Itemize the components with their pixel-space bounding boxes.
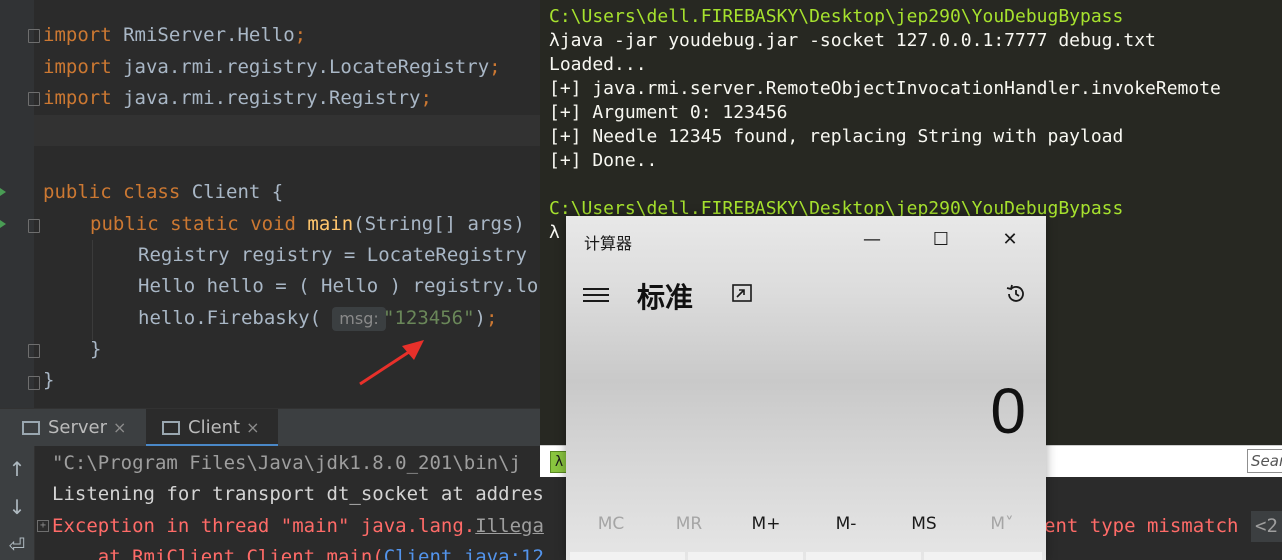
console-line-listening: Listening for transport dt_socket at add… [52,483,544,505]
close-icon[interactable]: × [246,418,259,437]
memory-subtract-button[interactable]: M- [811,514,881,534]
keep-on-top-icon[interactable] [732,284,752,302]
calculator-key[interactable] [924,552,1042,560]
console-line-command: "C:\Program Files\Java\jdk1.8.0_201\bin\… [52,452,521,474]
tab-server[interactable]: Server × [22,409,140,447]
code-line-class-decl: public class Client { [43,181,284,203]
console-line-exception-tail: ent type mismatch [1044,515,1239,537]
expand-icon[interactable]: + [37,520,49,532]
run-tab-bar: Server × Client × [0,408,540,447]
calculator-title: 计算器 [584,234,633,253]
maximize-button[interactable]: ☐ [918,222,964,258]
hamburger-menu-icon[interactable] [583,288,609,304]
code-editor[interactable]: import RmiServer.Hello; import java.rmi.… [0,0,540,408]
code-line-registry: Registry registry = LocateRegistry [138,244,527,266]
close-button[interactable]: ✕ [987,222,1033,258]
code-line-main-decl: public static void main(String[] args) [90,213,525,235]
calculator-key[interactable] [570,552,685,560]
terminal-line: [+] java.rmi.server.RemoteObjectInvocati… [549,78,1221,99]
calculator-display: 0 [990,375,1026,447]
calculator-key[interactable] [806,552,921,560]
history-icon[interactable] [1004,282,1028,306]
terminal-line: λ [549,222,560,243]
soft-wrap-icon[interactable]: ⏎ [4,532,30,558]
current-line-highlight [34,115,540,146]
tab-client[interactable]: Client × [146,409,278,447]
memory-store-button[interactable]: MS [889,514,959,534]
fold-icon[interactable] [28,219,40,233]
memory-recall-button[interactable]: MR [654,514,724,534]
run-gutter-icon[interactable] [0,220,6,228]
code-line-close-method: } [90,338,102,360]
minimize-button[interactable]: — [849,222,895,258]
run-side-toolbar: ↑ ↓ ⏎ [0,446,35,560]
memory-list-button[interactable]: M˅ [967,514,1037,534]
memory-add-button[interactable]: M+ [731,514,801,534]
terminal-line: [+] Argument 0: 123456 [549,102,788,123]
run-gutter-icon[interactable] [0,188,6,196]
up-arrow-icon[interactable]: ↑ [4,456,30,482]
code-line-import-1: import RmiServer.Hello; [43,24,307,46]
fold-icon[interactable] [28,29,40,43]
close-icon[interactable]: × [113,418,126,437]
calculator-mode-title: 标准 [637,281,694,314]
client-icon [162,421,180,435]
console-line-exception: Exception in thread "main" java.lang.Ill… [52,515,544,537]
down-arrow-icon[interactable]: ↓ [4,494,30,520]
code-line-close-class: } [43,369,55,391]
fold-icon[interactable] [28,92,40,106]
terminal-line: C:\Users\dell.FIREBASKY\Desktop\jep290\Y… [549,6,1124,27]
calculator-window[interactable]: 计算器 — ☐ ✕ 标准 0 MC MR M+ M- MS M˅ [566,216,1046,560]
stacktrace-link[interactable]: Client.java:12 [384,546,544,560]
terminal-line: [+] Done.. [549,150,658,171]
fold-icon[interactable] [28,376,40,390]
terminal-line: Loaded... [549,54,647,75]
code-line-import-3: import java.rmi.registry.Registry; [43,87,432,109]
code-line-call: hello.Firebasky("123456"); [138,307,498,329]
code-line-hello: Hello hello = ( Hello ) registry.lo [138,275,539,297]
terminal-line: λjava -jar youdebug.jar -socket 127.0.0.… [549,30,1156,51]
parameter-hint: msg: [332,307,386,331]
console-line-stacktrace: at RmiClient.Client.main(Client.java:12 [52,542,544,560]
calculator-key[interactable] [688,552,803,560]
exception-link[interactable]: Illega [475,515,544,537]
terminal-search-input[interactable]: Search [1247,449,1282,473]
terminal-line: [+] Needle 12345 found, replacing String… [549,126,1124,147]
console-fold-marker[interactable]: <2 [1251,511,1282,542]
server-icon [22,421,40,435]
code-line-import-2: import java.rmi.registry.LocateRegistry; [43,56,501,78]
memory-clear-button[interactable]: MC [576,514,646,534]
indent-guide [92,240,93,340]
fold-icon[interactable] [28,344,40,358]
